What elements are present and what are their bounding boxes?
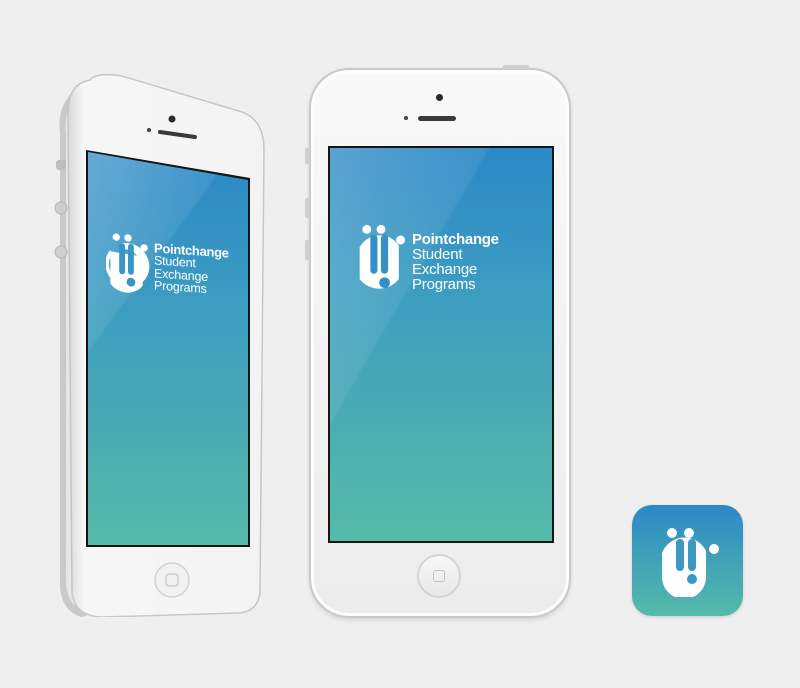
mute-switch <box>305 148 310 164</box>
pointchange-app-icon[interactable] <box>632 505 743 616</box>
power-button <box>503 65 529 69</box>
tagline-line3: Programs <box>412 276 476 293</box>
home-button[interactable] <box>417 554 461 598</box>
front-screen-logo: Pointchange Student Exchange Programs <box>354 224 499 304</box>
pointchange-logo-icon <box>662 528 719 597</box>
phone-angled-body <box>54 73 265 618</box>
phone-mockup-angled: Pointchange Student Exchange Programs <box>52 72 267 618</box>
angled-screen-logo: Pointchange Student Exchange Programs <box>106 232 229 307</box>
brand-name: Pointchange <box>412 231 499 248</box>
front-camera-icon <box>436 94 443 101</box>
tagline-line1: Student <box>412 246 463 263</box>
screen-glare <box>330 148 552 541</box>
front-screen: Pointchange Student Exchange Programs <box>330 148 552 541</box>
pointchange-logo-icon <box>359 224 405 289</box>
home-square-icon <box>433 570 445 582</box>
pointchange-logo-icon <box>106 233 150 293</box>
tagline-line2: Exchange <box>412 261 478 278</box>
volume-down-button <box>305 240 310 260</box>
earpiece-speaker-icon <box>418 116 456 121</box>
phone-mockup-front: Pointchange Student Exchange Programs <box>305 65 571 618</box>
proximity-sensor-icon <box>404 116 408 120</box>
volume-up-button <box>305 198 310 218</box>
